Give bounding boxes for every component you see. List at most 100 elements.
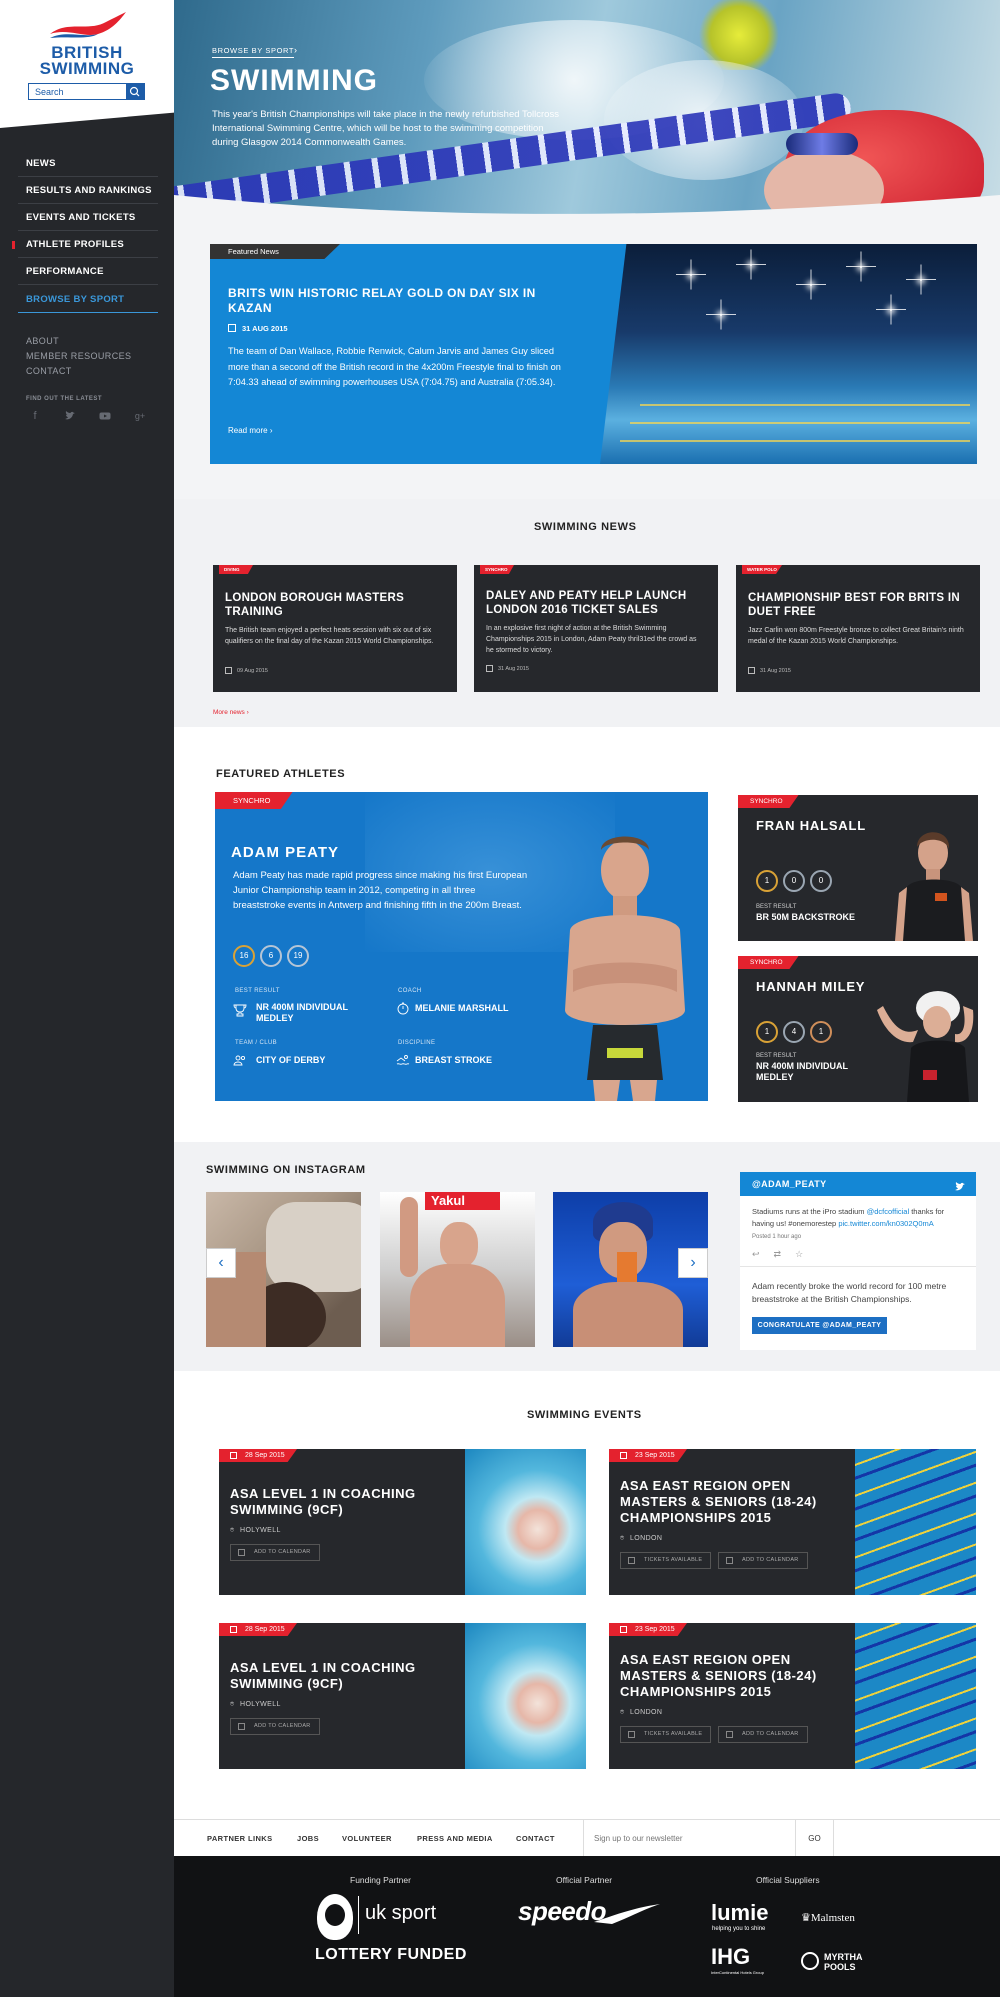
read-more-link[interactable]: Read more › xyxy=(228,426,272,435)
team-club-value: CITY OF DERBY xyxy=(256,1055,326,1065)
best-result-label: BEST RESULT xyxy=(235,988,280,994)
nav-contact[interactable]: CONTACT xyxy=(26,366,72,376)
add-to-calendar-button[interactable]: ADD TO CALENDAR xyxy=(718,1726,808,1743)
news-body: In an explosive first night of action at… xyxy=(486,625,697,654)
official-suppliers-label: Official Suppliers xyxy=(756,1875,820,1885)
news-title[interactable]: CHAMPIONSHIP BEST FOR BRITS IN DUET FREE xyxy=(748,591,970,619)
event-title[interactable]: ASA LEVEL 1 IN COACHING SWIMMING (9CF) xyxy=(230,1486,450,1518)
news-date: 31 Aug 2015 xyxy=(498,666,529,672)
nav-item-athletes[interactable]: ATHLETE PROFILES xyxy=(12,231,158,258)
add-to-calendar-button[interactable]: ADD TO CALENDAR xyxy=(230,1544,320,1561)
athlete-card-side[interactable]: SYNCHRO FRAN HALSALL 1 0 0 BEST RESULT B… xyxy=(738,795,978,941)
nav-item-news[interactable]: NEWS xyxy=(18,150,158,177)
sport-tag: SYNCHRO xyxy=(738,795,799,808)
calendar-icon xyxy=(486,665,493,672)
bronze-medal-count: 19 xyxy=(287,945,309,967)
news-card[interactable]: SYNCHRO DALEY AND PEATY HELP LAUNCH LOND… xyxy=(474,565,718,692)
footer-link-volunteer[interactable]: VOLUNTEER xyxy=(342,1834,392,1843)
calendar-icon xyxy=(238,1723,245,1730)
event-title[interactable]: ASA LEVEL 1 IN COACHING SWIMMING (9CF) xyxy=(230,1660,450,1692)
carousel-prev-button[interactable]: ‹ xyxy=(206,1248,236,1278)
gold-medal-count: 16 xyxy=(233,945,255,967)
nav-member-resources[interactable]: MEMBER RESOURCES xyxy=(26,351,131,361)
sport-tag: SYNCHRO xyxy=(215,792,293,809)
tickets-available-button[interactable]: TICKETS AVAILABLE xyxy=(620,1726,712,1743)
reply-icon[interactable]: ↩ xyxy=(752,1249,774,1259)
tweet-text-start: Stadiums runs at the iPro stadium xyxy=(752,1207,867,1216)
athlete-card-side[interactable]: SYNCHRO HANNAH MILEY 1 4 1 BEST RESULT N… xyxy=(738,956,978,1102)
gold-medal-count: 1 xyxy=(756,1021,778,1043)
logo-text-line2[interactable]: SWIMMING xyxy=(0,60,174,77)
retweet-icon[interactable]: ⇄ xyxy=(774,1249,796,1259)
athlete-name[interactable]: ADAM PEATY xyxy=(231,844,339,861)
news-title[interactable]: DALEY AND PEATY HELP LAUNCH LONDON 2016 … xyxy=(486,589,708,617)
newsletter-go-button[interactable]: GO xyxy=(796,1820,834,1857)
logo-area: BRITISH SWIMMING xyxy=(0,0,174,128)
youtube-icon[interactable] xyxy=(99,410,111,422)
congratulate-button[interactable]: CONGRATULATE @ADAM_PEATY xyxy=(752,1317,887,1334)
featured-news-title[interactable]: BRITS WIN HISTORIC RELAY GOLD ON DAY SIX… xyxy=(228,286,568,316)
stadium-light xyxy=(796,284,826,286)
event-card[interactable]: 28 Sep 2015 ASA LEVEL 1 IN COACHING SWIM… xyxy=(219,1623,586,1769)
news-card[interactable]: DIVING LONDON BOROUGH MASTERS TRAINING T… xyxy=(213,565,457,692)
athlete-name[interactable]: FRAN HALSALL xyxy=(756,818,866,833)
google-plus-icon[interactable]: g+ xyxy=(134,410,146,422)
search-button[interactable] xyxy=(126,84,144,99)
news-tag: WATER POLO xyxy=(742,565,782,574)
event-card[interactable]: 23 Sep 2015 ASA EAST REGION OPEN MASTERS… xyxy=(609,1623,976,1769)
gold-medal-count: 1 xyxy=(756,870,778,892)
breadcrumb-link[interactable]: BROWSE BY SPORT xyxy=(212,46,295,58)
malmsten-logo[interactable]: ♛Malmsten xyxy=(801,1911,855,1924)
add-to-calendar-button[interactable]: ADD TO CALENDAR xyxy=(718,1552,808,1569)
lumie-logo[interactable]: lumie xyxy=(711,1900,768,1926)
favorite-icon[interactable]: ☆ xyxy=(795,1249,817,1259)
newsletter-input[interactable] xyxy=(584,1820,795,1857)
featured-news-card[interactable]: Featured News BRITS WIN HISTORIC RELAY G… xyxy=(210,244,977,464)
tickets-available-button[interactable]: TICKETS AVAILABLE xyxy=(620,1552,712,1569)
more-news-link[interactable]: More news › xyxy=(213,709,249,716)
uk-sport-logo[interactable]: uk sport xyxy=(365,1902,436,1925)
pool-lane xyxy=(630,422,970,424)
add-to-calendar-button[interactable]: ADD TO CALENDAR xyxy=(230,1718,320,1735)
twitter-handle-text: @ADAM_PEATY xyxy=(752,1179,827,1189)
photo-torso xyxy=(573,1282,683,1347)
footer-link-partner-links[interactable]: PARTNER LINKS xyxy=(207,1834,272,1843)
discipline-label: DISCIPLINE xyxy=(398,1040,436,1046)
footer-link-jobs[interactable]: JOBS xyxy=(297,1834,319,1843)
footer-link-press[interactable]: PRESS AND MEDIA xyxy=(417,1834,493,1843)
news-tag: DIVING xyxy=(219,565,253,574)
tweet-pic-link[interactable]: pic.twitter.com/kn0302Q0mA xyxy=(838,1219,933,1228)
nav-item-results[interactable]: RESULTS AND RANKINGS xyxy=(18,177,158,204)
nav-item-performance[interactable]: PERFORMANCE xyxy=(18,258,158,285)
footer-bar: PARTNER LINKS JOBS VOLUNTEER PRESS AND M… xyxy=(174,1819,1000,1857)
search-input[interactable] xyxy=(29,84,126,99)
calendar-icon xyxy=(230,1626,237,1633)
ihg-logo[interactable]: IHG xyxy=(711,1944,750,1970)
event-card[interactable]: 28 Sep 2015 ASA LEVEL 1 IN COACHING SWIM… xyxy=(219,1449,586,1595)
hero-banner: BROWSE BY SPORT › SWIMMING This year's B… xyxy=(174,0,1000,236)
tweet-mention-link[interactable]: @dcfcofficial xyxy=(867,1207,910,1216)
lottery-logo-icon[interactable] xyxy=(317,1894,353,1940)
lottery-funded-text: LOTTERY FUNDED xyxy=(315,1946,467,1963)
event-card[interactable]: 23 Sep 2015 ASA EAST REGION OPEN MASTERS… xyxy=(609,1449,976,1595)
ihg-tagline: InterContinental Hotels Group xyxy=(711,1970,764,1975)
athlete-card-main[interactable]: SYNCHRO ADAM PEATY Adam Peaty has made r… xyxy=(215,792,708,1101)
athlete-name[interactable]: HANNAH MILEY xyxy=(756,979,865,994)
facebook-icon[interactable]: f xyxy=(29,410,41,422)
partners-section: Funding Partner Official Partner Officia… xyxy=(174,1856,1000,1997)
nav-item-events[interactable]: EVENTS AND TICKETS xyxy=(18,204,158,231)
stadium-light xyxy=(706,314,736,316)
myrtha-logo[interactable]: MYRTHA POOLS xyxy=(824,1952,863,1972)
news-title[interactable]: LONDON BOROUGH MASTERS TRAINING xyxy=(225,591,447,619)
event-title[interactable]: ASA EAST REGION OPEN MASTERS & SENIORS (… xyxy=(620,1478,840,1526)
nav-item-browse-by-sport[interactable]: BROWSE BY SPORT xyxy=(18,286,158,313)
news-card[interactable]: WATER POLO CHAMPIONSHIP BEST FOR BRITS I… xyxy=(736,565,980,692)
twitter-icon[interactable] xyxy=(64,410,76,422)
nav-about[interactable]: ABOUT xyxy=(26,336,59,346)
footer-link-contact[interactable]: CONTACT xyxy=(516,1834,555,1843)
twitter-handle[interactable]: @ADAM_PEATY xyxy=(740,1172,976,1196)
event-title[interactable]: ASA EAST REGION OPEN MASTERS & SENIORS (… xyxy=(620,1652,840,1700)
instagram-photo[interactable]: Yakul xyxy=(380,1192,535,1347)
calendar-icon xyxy=(726,1731,733,1738)
carousel-next-button[interactable]: › xyxy=(678,1248,708,1278)
